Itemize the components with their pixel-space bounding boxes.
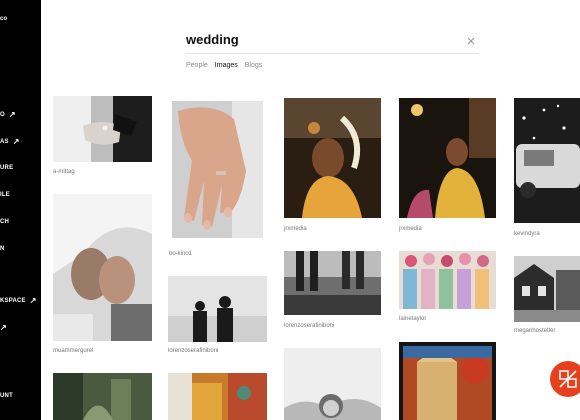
result-photo[interactable]: [399, 342, 496, 420]
result-image: [399, 342, 496, 420]
brand-badge[interactable]: [550, 361, 580, 397]
sidebar-item-7[interactable]: KSPACE ↗: [0, 297, 37, 305]
search-input[interactable]: [186, 32, 456, 47]
sidebar-item-3[interactable]: URE: [0, 165, 13, 171]
result-image: [168, 276, 267, 342]
result-photo[interactable]: [284, 98, 381, 218]
result-image: [284, 98, 381, 218]
result-photo[interactable]: [514, 98, 580, 223]
result-photo[interactable]: [284, 348, 381, 420]
result-image: [53, 373, 152, 420]
sidebar-item-label: AS: [0, 139, 9, 145]
result-photo[interactable]: [53, 373, 152, 420]
sidebar-item-2[interactable]: AS ↗: [0, 138, 20, 146]
tab-blogs[interactable]: Blogs: [245, 62, 263, 69]
result-image: [53, 194, 152, 341]
result-photo[interactable]: [399, 98, 496, 218]
brand-logo-icon: [559, 370, 577, 388]
sidebar-item-6[interactable]: N: [0, 246, 5, 252]
result-image: [168, 373, 267, 420]
sidebar-item-label: UNT: [0, 393, 13, 399]
search-bar: [186, 30, 479, 54]
result-image: [399, 251, 496, 309]
sidebar-item-8[interactable]: ↗: [0, 324, 7, 332]
result-photo[interactable]: [168, 373, 267, 420]
result-photo[interactable]: [53, 194, 152, 341]
sidebar-item-1[interactable]: O ↗: [0, 111, 16, 119]
result-photo[interactable]: [172, 101, 263, 238]
result-username[interactable]: lorenzoserafiniboni: [168, 348, 218, 354]
sidebar-item-account[interactable]: UNT: [0, 393, 13, 399]
external-link-icon: ↗: [12, 137, 20, 146]
sidebar-item-label: ILE: [0, 192, 10, 198]
result-photo[interactable]: [53, 96, 152, 162]
external-link-icon: ↗: [8, 110, 16, 119]
external-link-icon: ↗: [29, 296, 37, 305]
result-image: [172, 101, 263, 238]
result-username[interactable]: muammergurel: [53, 348, 93, 354]
result-username[interactable]: a-mittag: [53, 169, 75, 175]
sidebar-item-4[interactable]: ILE: [0, 192, 10, 198]
result-username[interactable]: jrxmedia: [284, 226, 307, 232]
sidebar-item-label: CH: [0, 219, 10, 225]
sidebar-item-label: N: [0, 246, 5, 252]
result-username[interactable]: lorenzoserafiniboni: [284, 323, 334, 329]
result-image: [514, 256, 580, 322]
sidebar-item-label: URE: [0, 165, 14, 171]
sidebar-item-5[interactable]: CH: [0, 219, 9, 225]
sidebar-item-label: O: [0, 112, 5, 118]
result-image: [284, 348, 381, 420]
result-username[interactable]: jrxmedia: [399, 226, 422, 232]
result-username[interactable]: bo-kino1: [169, 251, 192, 257]
result-image: [399, 98, 496, 218]
result-photo[interactable]: [399, 251, 496, 309]
result-username[interactable]: kevindyra: [514, 231, 540, 237]
result-username[interactable]: meganhostetler: [514, 328, 555, 334]
search-tabs: People Images Blogs: [186, 62, 262, 69]
sidebar-logo[interactable]: co: [0, 16, 7, 22]
result-image: [53, 96, 152, 162]
result-image: [284, 251, 381, 315]
result-photo[interactable]: [514, 256, 580, 322]
external-link-icon: ↗: [0, 323, 7, 332]
sidebar-item-label: KSPACE: [0, 298, 26, 304]
sidebar: co O ↗ AS ↗ URE ILE CH N KSPACE ↗ ↗ UNT: [0, 0, 41, 420]
tab-images[interactable]: Images: [215, 62, 238, 69]
tab-people[interactable]: People: [186, 62, 208, 69]
close-icon[interactable]: [465, 35, 477, 47]
result-image: [514, 98, 580, 223]
result-username[interactable]: lainetaylor: [399, 316, 426, 322]
result-photo[interactable]: [284, 251, 381, 315]
result-photo[interactable]: [168, 276, 267, 342]
